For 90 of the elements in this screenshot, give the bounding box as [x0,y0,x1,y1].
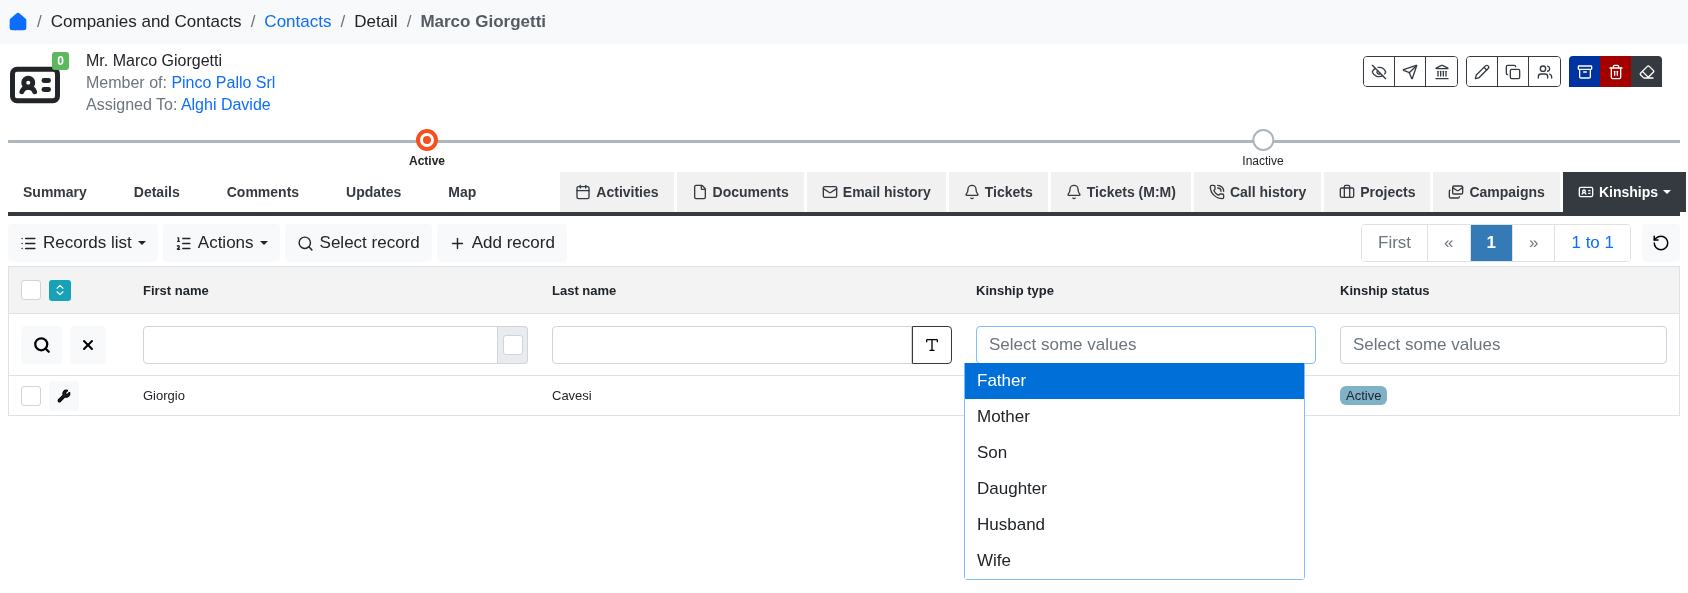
tab[interactable]: Details [118,172,195,212]
assignee-link[interactable]: Alghi Davide [180,96,271,113]
phone-icon [1208,184,1225,200]
tab[interactable]: Updates [331,172,417,212]
trash-button[interactable] [1600,56,1631,87]
toolbar-button[interactable]: Actions [162,224,280,262]
tab[interactable]: Email history [806,172,946,212]
assigned-label: Assigned To: [86,96,178,113]
breadcrumb-item: Marco Giorgetti [420,12,546,32]
building-icon [1433,63,1450,80]
people-icon [1536,63,1553,80]
tab[interactable]: Tickets (M:M) [1050,172,1191,212]
tab[interactable]: Tickets [948,172,1048,212]
list-icon [174,234,192,252]
status-badge: Active [1340,386,1388,405]
bell-icon [1065,184,1082,200]
wrench-icon [57,388,71,403]
checkbox[interactable] [21,385,41,406]
pencil-icon [1474,63,1490,80]
step-label: Active [409,154,445,168]
eye-off-icon [1371,63,1387,80]
breadcrumb-separator: / [250,12,256,32]
caret-icon [1663,190,1672,194]
page-button[interactable]: 1 [1469,225,1512,261]
edit-button[interactable] [49,380,79,411]
eraser-button[interactable] [1631,56,1662,87]
breadcrumb-separator: / [406,12,412,32]
envelopes-icon [1448,184,1465,200]
text-filter-field[interactable] [552,325,912,364]
caret-icon [137,241,146,245]
multiselect-field[interactable]: Select some values [1340,325,1667,364]
archive-button[interactable] [1569,56,1600,87]
contact-title: Mr. Marco Giorgetti [86,52,224,70]
tab[interactable]: Activities [560,172,674,212]
column-header: Kinship type [976,282,1054,298]
tab[interactable]: Campaigns [1433,172,1560,212]
search-button[interactable] [21,325,62,364]
pencil-button[interactable] [1467,57,1498,86]
breadcrumb-separator: / [37,12,42,32]
font-button[interactable] [912,325,952,364]
id-card-icon [1577,184,1594,200]
step-label: Inactive [1242,154,1284,168]
breadcrumb-item: Companies and Contacts [50,12,242,32]
tab[interactable]: Summary [8,172,102,212]
reset-icon [1652,234,1670,252]
copy-icon [1505,63,1521,80]
table-cell: Giorgio [143,388,185,403]
page-button[interactable]: 1 to 1 [1554,225,1630,261]
caret-icon [259,241,268,245]
eye-off-button[interactable] [1364,57,1395,86]
column-header: Last name [552,282,617,298]
text-filter-field[interactable] [143,325,498,364]
eraser-icon [1638,63,1655,80]
checkbox[interactable] [21,280,41,300]
toolbar-button[interactable]: Add record [436,224,567,262]
send-icon [1402,63,1418,80]
tab[interactable]: Map [433,172,492,212]
trash-icon [1607,63,1624,80]
breadcrumb-item: Detail [354,12,398,32]
breadcrumb-link[interactable]: Contacts [264,12,332,32]
table-cell: Cavesi [552,388,592,403]
tab[interactable]: Comments [211,172,315,212]
document-icon [691,184,708,200]
company-link[interactable]: Pinco Pallo Srl [171,74,276,91]
toolbar-button[interactable]: Select record [284,224,432,262]
font-icon [924,336,940,353]
dropdown-option[interactable]: Father [965,363,1304,399]
tab[interactable]: Kinships [1562,172,1687,212]
sort-button[interactable] [49,279,71,301]
breadcrumb-separator: / [340,12,346,32]
calendar-icon [575,184,592,200]
member-label: Member of: [86,74,167,91]
bell-icon [963,184,980,200]
search-icon [32,335,51,354]
count-badge: 0 [52,52,69,70]
checkbox[interactable] [502,334,523,355]
briefcase-icon [1339,184,1356,200]
column-header: Kinship status [1340,282,1430,298]
tab[interactable]: Projects [1324,172,1431,212]
reset-button[interactable] [1642,224,1680,262]
envelope-icon [821,184,838,200]
archive-icon [1576,63,1593,80]
column-header: First name [143,282,209,298]
toolbar-button[interactable]: Records list [8,224,158,262]
search-icon [296,234,314,252]
tab[interactable]: Documents [676,172,804,212]
clear-button[interactable] [70,325,106,364]
multiselect-field[interactable]: Select some values [976,325,1316,364]
tab[interactable]: Call history [1193,172,1322,212]
home-icon[interactable] [8,12,28,32]
